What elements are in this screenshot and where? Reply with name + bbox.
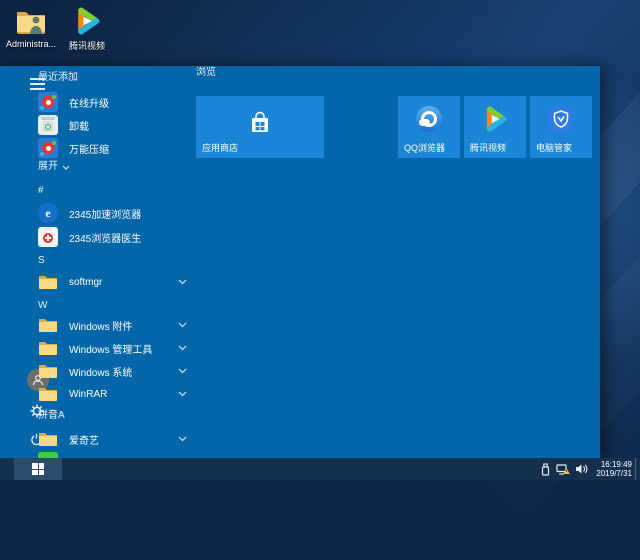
browser-doctor-medkit-icon bbox=[38, 227, 58, 247]
tile-tencent-video[interactable]: 腾讯视频 bbox=[464, 96, 526, 158]
folder-icon bbox=[38, 384, 58, 404]
online-upgrade-icon bbox=[38, 92, 58, 112]
folder-row-iqiyi[interactable]: 爱奇艺 bbox=[38, 429, 188, 449]
qq-browser-icon bbox=[416, 106, 442, 132]
desktop-icon-label: Administra... bbox=[6, 39, 56, 49]
chevron-down-icon[interactable] bbox=[176, 279, 188, 285]
app-row-online-upgrade[interactable]: 在线升级 bbox=[38, 92, 188, 112]
tile-qq-browser[interactable]: QQ浏览器 bbox=[398, 96, 460, 158]
folder-icon bbox=[38, 429, 58, 449]
recent-added-header: 最近添加 bbox=[38, 72, 188, 84]
taskbar: 16:19:49 2019/7/31 bbox=[0, 458, 640, 480]
folder-row-softmgr[interactable]: softmgr bbox=[38, 272, 188, 292]
app-list: 最近添加 在线升级 卸载 万能压缩 展开 # e 2345加速浏览器 2345浏… bbox=[38, 72, 188, 458]
app-row-universal-zip[interactable]: 万能压缩 bbox=[38, 138, 188, 158]
speaker-volume-icon[interactable] bbox=[575, 463, 588, 475]
show-desktop-button[interactable] bbox=[635, 458, 640, 480]
tencent-video-icon bbox=[482, 106, 508, 132]
tile-group-label[interactable]: 浏览 bbox=[196, 66, 216, 80]
app-row-2345-browser-doctor[interactable]: 2345浏览器医生 bbox=[38, 227, 188, 247]
folder-row-windows-accessories[interactable]: Windows 附件 bbox=[38, 315, 188, 335]
tile-label: 腾讯视频 bbox=[470, 141, 506, 154]
clock-date: 2019/7/31 bbox=[596, 469, 632, 478]
expand-toggle[interactable]: 展开 bbox=[38, 161, 188, 173]
start-menu-rail bbox=[0, 66, 34, 458]
taskbar-clock[interactable]: 16:19:49 2019/7/31 bbox=[596, 460, 632, 478]
chevron-down-icon[interactable] bbox=[176, 345, 188, 351]
usb-device-icon[interactable] bbox=[540, 463, 551, 476]
start-button[interactable] bbox=[14, 458, 62, 480]
desktop-icon-administrator[interactable]: Administra... bbox=[4, 6, 58, 52]
clock-time: 16:19:49 bbox=[601, 460, 632, 469]
folder-icon bbox=[38, 315, 58, 335]
section-letter-hash[interactable]: # bbox=[38, 185, 188, 197]
pc-manager-shield-icon bbox=[548, 106, 574, 132]
2345-browser-icon: e bbox=[38, 203, 58, 223]
tencent-video-icon bbox=[71, 6, 103, 36]
tile-label: 应用商店 bbox=[202, 141, 238, 154]
chevron-down-icon[interactable] bbox=[176, 322, 188, 328]
folder-icon bbox=[38, 338, 58, 358]
network-warning-icon[interactable] bbox=[556, 463, 570, 476]
folder-row-windows-system[interactable]: Windows 系统 bbox=[38, 361, 188, 381]
tile-label: QQ浏览器 bbox=[404, 141, 445, 154]
user-folder-icon bbox=[15, 6, 47, 36]
chevron-down-icon[interactable] bbox=[176, 436, 188, 442]
tile-app-store[interactable]: 应用商店 bbox=[196, 96, 324, 158]
windows-logo-icon bbox=[32, 463, 44, 475]
chevron-down-icon[interactable] bbox=[176, 368, 188, 374]
folder-icon bbox=[38, 361, 58, 381]
section-letter-w[interactable]: W bbox=[38, 300, 188, 312]
universal-zip-icon bbox=[38, 138, 58, 158]
desktop-icon-label: 腾讯视频 bbox=[69, 39, 105, 52]
tile-pc-manager[interactable]: 电脑管家 bbox=[530, 96, 592, 158]
microsoft-store-icon bbox=[248, 111, 272, 135]
folder-row-winrar[interactable]: WinRAR bbox=[38, 384, 188, 404]
app-row-uninstall[interactable]: 卸载 bbox=[38, 115, 188, 135]
folder-row-windows-admin-tools[interactable]: Windows 管理工具 bbox=[38, 338, 188, 358]
uninstall-trash-icon bbox=[38, 115, 58, 135]
system-tray: 16:19:49 2019/7/31 bbox=[540, 458, 632, 480]
app-row-2345-speed-browser[interactable]: e 2345加速浏览器 bbox=[38, 203, 188, 223]
chevron-down-icon bbox=[62, 165, 70, 170]
chevron-down-icon[interactable] bbox=[176, 391, 188, 397]
section-letter-pinyin-a[interactable]: 拼音A bbox=[38, 410, 188, 422]
start-menu: 最近添加 在线升级 卸载 万能压缩 展开 # e 2345加速浏览器 2345浏… bbox=[0, 66, 600, 458]
folder-icon bbox=[38, 272, 58, 292]
desktop-icon-tencent-video[interactable]: 腾讯视频 bbox=[60, 6, 114, 52]
section-letter-s[interactable]: S bbox=[38, 255, 188, 267]
desktop-icon-area: Administra... 腾讯视频 bbox=[4, 6, 116, 52]
tile-label: 电脑管家 bbox=[536, 141, 572, 154]
